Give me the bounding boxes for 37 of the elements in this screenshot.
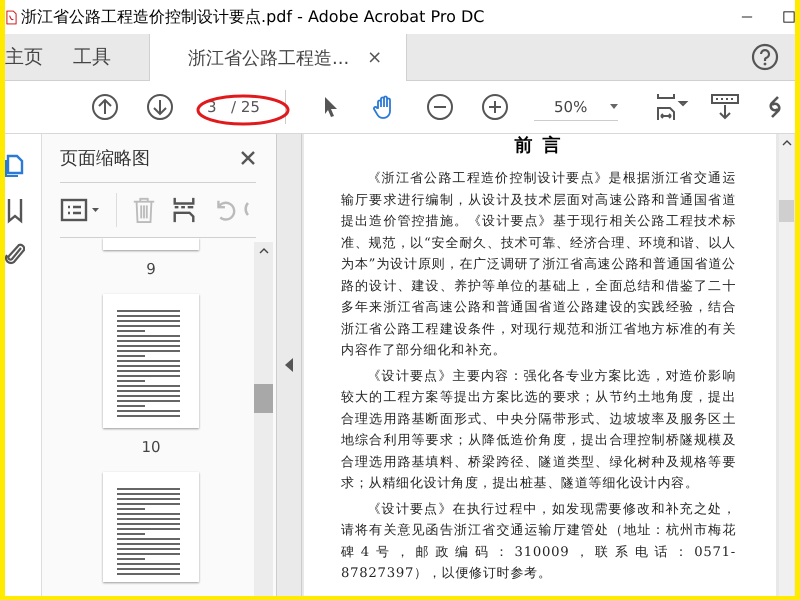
page-number-label: 10 xyxy=(141,438,161,456)
tab[interactable]: 主页 xyxy=(5,34,73,80)
page-number-label: 9 xyxy=(146,260,156,278)
scroll-thumb[interactable] xyxy=(254,384,273,413)
tab-close-button[interactable]: × xyxy=(367,47,382,68)
scroll-up-icon[interactable] xyxy=(782,140,792,146)
previous-page-icon[interactable] xyxy=(91,93,119,121)
extract-page-icon[interactable] xyxy=(171,195,197,225)
paragraph: 《设计要点》在执行过程中，如发现需要修改和补充之处，请将有关意见函告浙江省交通运输厅建管处（地址：杭州市梅花碑4号，邮政编码：310009，联系电话：0571-87827397），以便修订时参考。 xyxy=(341,500,736,583)
zoom-in-icon[interactable] xyxy=(481,93,509,121)
collapse-arrow-icon[interactable] xyxy=(285,358,293,372)
pages-icon[interactable] xyxy=(5,152,25,180)
scrollbar[interactable] xyxy=(254,242,273,596)
help-icon[interactable] xyxy=(751,43,779,71)
close-icon[interactable] xyxy=(240,150,256,166)
scroll-thumb[interactable] xyxy=(779,200,794,222)
panel-title: 页面缩略图 xyxy=(60,147,150,170)
paragraph: 《浙江省公路工程造价控制设计要点》是根据浙江省交通运输厅要求进行编制，从设计及技术层面对高速公路和普通国省道提出造价管控措施。《设计要点》基于现行相关公路工程技术标准、规范，以“安全耐久、技术可靠、经济合理、环境和谐、以人为本”为设计原则，在广泛调研了浙江省高速公路和普通国省道公路的设计、建设、养护等单位的基础上，全面总结和借鉴了二十多年来浙江省高速公路和普通国省道公路建设的实践经验，结合浙江省公路工程建设条件，对现行规范和浙江省地方标准的有关内容作了部分细化和补充。 xyxy=(341,170,736,360)
scrollbar[interactable] xyxy=(779,134,794,596)
bookmark-icon[interactable] xyxy=(5,196,25,224)
window-title: 浙江省公路工程造价控制设计要点.pdf - Adobe Acrobat Pro DC xyxy=(21,6,486,28)
page-thumbnail[interactable] xyxy=(103,238,199,250)
tab[interactable]: 浙江省公路工程造... × xyxy=(149,34,408,81)
scroll-mode-icon[interactable] xyxy=(710,92,740,122)
caret-icon xyxy=(610,104,618,109)
next-page-icon[interactable] xyxy=(146,93,174,121)
options-menu-icon[interactable] xyxy=(60,198,102,222)
paragraph: 《设计要点》主要内容：强化各专业方案比选，对造价影响较大的工程方案等提出方案比选的要求；从节约土地角度，提出合理选用路基断面形式、中央分隔带形式、边坡坡率及服务区土地综合利用等要求；从降低造价角度，提出合理控制桥隧规模及合理选用路基填料、桥梁跨径、隧道类型、绿化树种及规格等要求；从精细化设计角度，提出桩基、隧道等细化设计内容。 xyxy=(341,368,736,493)
tab[interactable]: 工具 xyxy=(73,34,149,80)
page-thumbnail[interactable] xyxy=(103,294,199,428)
page-heading: 前 言 xyxy=(513,134,564,158)
zoom-dropdown[interactable]: 50% xyxy=(534,94,618,120)
page-thumbnail[interactable] xyxy=(103,472,199,582)
maximize-icon[interactable] xyxy=(783,11,795,23)
scroll-up-icon[interactable] xyxy=(258,248,268,254)
page-count: / 25 xyxy=(231,98,260,116)
zoom-out-icon[interactable] xyxy=(426,93,454,121)
